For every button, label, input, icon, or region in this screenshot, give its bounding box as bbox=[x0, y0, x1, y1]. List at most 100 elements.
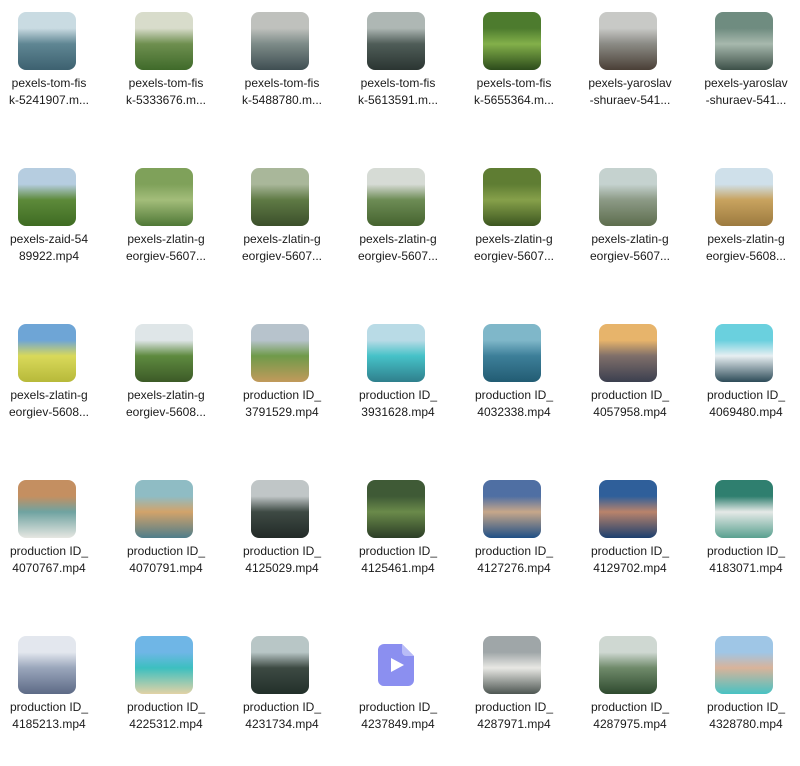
video-thumbnail bbox=[483, 12, 541, 70]
file-item[interactable]: pexels-tom-fis k-5333676.m... bbox=[116, 12, 216, 142]
file-name: production ID_ 3791529.mp4 bbox=[242, 388, 322, 419]
video-thumbnail bbox=[18, 480, 76, 538]
file-name: production ID_ 4125029.mp4 bbox=[242, 544, 322, 575]
file-item[interactable]: production ID_ 4287975.mp4 bbox=[580, 636, 680, 766]
file-name: production ID_ 4183071.mp4 bbox=[706, 544, 786, 575]
file-item[interactable]: pexels-zlatin-g eorgiev-5607... bbox=[232, 168, 332, 298]
file-item[interactable]: pexels-zlatin-g eorgiev-5607... bbox=[348, 168, 448, 298]
file-item[interactable]: production ID_ 4127276.mp4 bbox=[464, 480, 564, 610]
video-thumbnail bbox=[135, 12, 193, 70]
file-item[interactable]: pexels-zlatin-g eorgiev-5607... bbox=[116, 168, 216, 298]
file-item[interactable]: pexels-zlatin-g eorgiev-5608... bbox=[696, 168, 796, 298]
video-thumbnail bbox=[367, 12, 425, 70]
file-item[interactable]: production ID_ 4032338.mp4 bbox=[464, 324, 564, 454]
file-name: pexels-zaid-54 89922.mp4 bbox=[9, 232, 89, 263]
file-name: production ID_ 4185213.mp4 bbox=[9, 700, 89, 731]
video-thumbnail bbox=[483, 168, 541, 226]
file-name: production ID_ 4125461.mp4 bbox=[358, 544, 438, 575]
video-thumbnail bbox=[715, 168, 773, 226]
video-thumbnail bbox=[367, 324, 425, 382]
file-item[interactable]: production ID_ 4057958.mp4 bbox=[580, 324, 680, 454]
file-name: production ID_ 4237849.mp4 bbox=[358, 700, 438, 731]
video-thumbnail bbox=[251, 480, 309, 538]
file-item[interactable]: production ID_ 4125461.mp4 bbox=[348, 480, 448, 610]
file-item[interactable]: production ID_ 3791529.mp4 bbox=[232, 324, 332, 454]
file-name: pexels-tom-fis k-5488780.m... bbox=[241, 76, 323, 107]
file-item[interactable]: production ID_ 4070767.mp4 bbox=[0, 480, 99, 610]
file-grid: pexels-tom-fis k-5241907.m... pexels-tom-… bbox=[0, 0, 800, 736]
file-name: production ID_ 3931628.mp4 bbox=[358, 388, 438, 419]
video-thumbnail bbox=[715, 480, 773, 538]
file-name: production ID_ 4231734.mp4 bbox=[242, 700, 322, 731]
file-item[interactable]: production ID_ 4069480.mp4 bbox=[696, 324, 796, 454]
file-item[interactable]: production ID_ 4225312.mp4 bbox=[116, 636, 216, 766]
file-name: pexels-zlatin-g eorgiev-5608... bbox=[8, 388, 90, 419]
file-name: production ID_ 4127276.mp4 bbox=[474, 544, 554, 575]
file-item[interactable]: pexels-tom-fis k-5488780.m... bbox=[232, 12, 332, 142]
file-item[interactable]: pexels-yaroslav -shuraev-541... bbox=[696, 12, 796, 142]
video-thumbnail bbox=[483, 636, 541, 694]
video-thumbnail bbox=[367, 168, 425, 226]
file-name: pexels-zlatin-g eorgiev-5608... bbox=[705, 232, 787, 263]
video-thumbnail bbox=[599, 636, 657, 694]
video-thumbnail bbox=[715, 12, 773, 70]
video-thumbnail bbox=[599, 480, 657, 538]
file-name: pexels-zlatin-g eorgiev-5607... bbox=[241, 232, 323, 263]
video-thumbnail bbox=[251, 168, 309, 226]
video-thumbnail bbox=[135, 480, 193, 538]
file-name: production ID_ 4070791.mp4 bbox=[126, 544, 206, 575]
file-item[interactable]: production ID_ 4185213.mp4 bbox=[0, 636, 99, 766]
file-item[interactable]: production ID_ 4183071.mp4 bbox=[696, 480, 796, 610]
file-name: pexels-tom-fis k-5333676.m... bbox=[125, 76, 207, 107]
file-item[interactable]: production ID_ 4129702.mp4 bbox=[580, 480, 680, 610]
file-item[interactable]: pexels-tom-fis k-5241907.m... bbox=[0, 12, 99, 142]
file-name: pexels-yaroslav -shuraev-541... bbox=[704, 76, 788, 107]
file-item[interactable]: production ID_ 4231734.mp4 bbox=[232, 636, 332, 766]
video-thumbnail bbox=[483, 480, 541, 538]
video-thumbnail bbox=[251, 324, 309, 382]
file-item[interactable]: pexels-yaroslav -shuraev-541... bbox=[580, 12, 680, 142]
video-thumbnail bbox=[599, 168, 657, 226]
video-thumbnail bbox=[18, 168, 76, 226]
file-item[interactable]: pexels-zaid-54 89922.mp4 bbox=[0, 168, 99, 298]
file-name: production ID_ 4287971.mp4 bbox=[474, 700, 554, 731]
video-thumbnail bbox=[715, 324, 773, 382]
video-thumbnail bbox=[483, 324, 541, 382]
file-name: pexels-tom-fis k-5241907.m... bbox=[8, 76, 90, 107]
file-item[interactable]: pexels-zlatin-g eorgiev-5607... bbox=[580, 168, 680, 298]
file-item[interactable]: production ID_ 4287971.mp4 bbox=[464, 636, 564, 766]
file-name: pexels-yaroslav -shuraev-541... bbox=[588, 76, 672, 107]
video-file-icon bbox=[367, 636, 425, 694]
file-item[interactable]: production ID_ 4237849.mp4 bbox=[348, 636, 448, 766]
file-name: production ID_ 4069480.mp4 bbox=[706, 388, 786, 419]
video-thumbnail bbox=[18, 12, 76, 70]
file-item[interactable]: production ID_ 4125029.mp4 bbox=[232, 480, 332, 610]
file-item[interactable]: pexels-tom-fis k-5655364.m... bbox=[464, 12, 564, 142]
video-thumbnail bbox=[135, 636, 193, 694]
video-thumbnail bbox=[251, 636, 309, 694]
file-name: pexels-zlatin-g eorgiev-5608... bbox=[125, 388, 207, 419]
file-item[interactable]: pexels-zlatin-g eorgiev-5608... bbox=[0, 324, 99, 454]
file-item[interactable]: pexels-tom-fis k-5613591.m... bbox=[348, 12, 448, 142]
file-name: production ID_ 4057958.mp4 bbox=[590, 388, 670, 419]
file-name: production ID_ 4032338.mp4 bbox=[474, 388, 554, 419]
video-thumbnail bbox=[18, 324, 76, 382]
file-name: production ID_ 4225312.mp4 bbox=[126, 700, 206, 731]
file-name: production ID_ 4328780.mp4 bbox=[706, 700, 786, 731]
file-name: pexels-zlatin-g eorgiev-5607... bbox=[589, 232, 671, 263]
video-thumbnail bbox=[599, 12, 657, 70]
file-name: pexels-zlatin-g eorgiev-5607... bbox=[357, 232, 439, 263]
file-item[interactable]: pexels-zlatin-g eorgiev-5607... bbox=[464, 168, 564, 298]
file-item[interactable]: production ID_ 4070791.mp4 bbox=[116, 480, 216, 610]
file-name: pexels-tom-fis k-5655364.m... bbox=[473, 76, 555, 107]
file-name: pexels-tom-fis k-5613591.m... bbox=[357, 76, 439, 107]
file-item[interactable]: production ID_ 4328780.mp4 bbox=[696, 636, 796, 766]
file-name: production ID_ 4129702.mp4 bbox=[590, 544, 670, 575]
file-item[interactable]: pexels-zlatin-g eorgiev-5608... bbox=[116, 324, 216, 454]
video-thumbnail bbox=[715, 636, 773, 694]
file-name: production ID_ 4070767.mp4 bbox=[9, 544, 89, 575]
video-thumbnail bbox=[135, 324, 193, 382]
video-thumbnail bbox=[135, 168, 193, 226]
file-name: production ID_ 4287975.mp4 bbox=[590, 700, 670, 731]
file-item[interactable]: production ID_ 3931628.mp4 bbox=[348, 324, 448, 454]
